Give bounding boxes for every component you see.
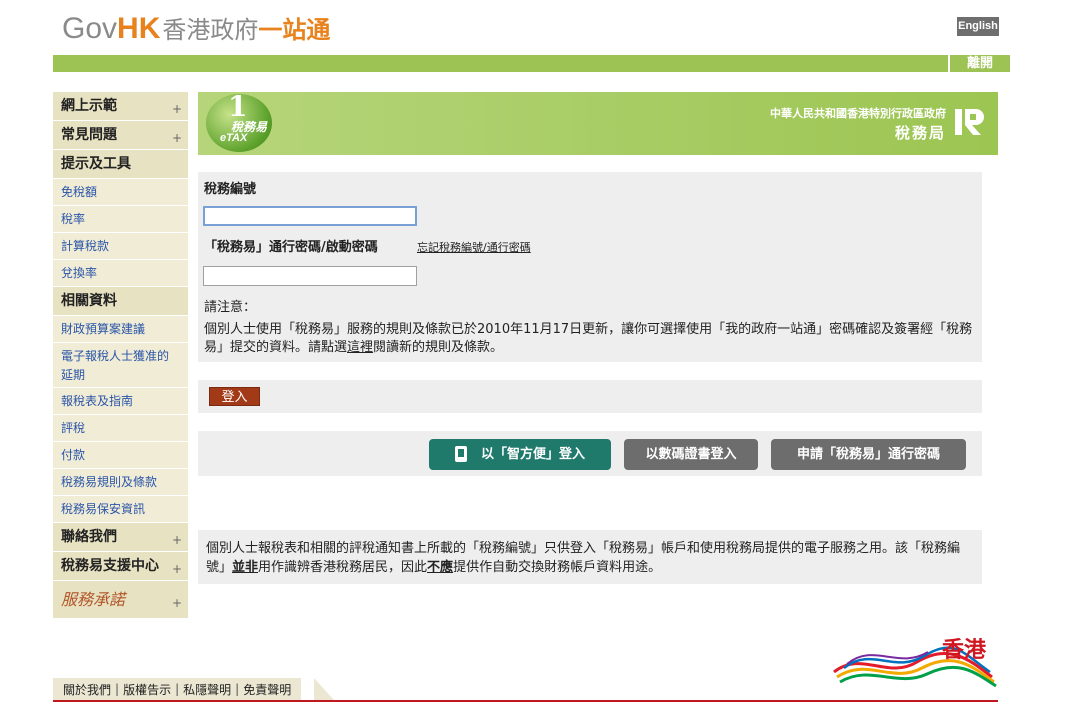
expand-plus-icon: + <box>171 102 182 116</box>
sidebar-item-service-pledge[interactable]: 服務承諾 + <box>53 581 188 619</box>
sidebar-item-label: 評稅 <box>61 421 86 435</box>
login-form: 稅務編號 「稅務易」通行密碼/啟動密碼 忘記稅務編號/通行密碼 請注意： 個別人… <box>198 172 982 362</box>
footer-red-line <box>53 700 998 702</box>
sidebar-item-label: 稅務易規則及條款 <box>61 475 158 489</box>
english-button[interactable]: English <box>957 17 999 36</box>
sidebar-item-label: 兌換率 <box>61 266 98 280</box>
info-bold-2: 不應 <box>427 560 454 575</box>
expand-plus-icon: + <box>171 131 182 145</box>
footer-separator: | <box>115 682 120 696</box>
footer-tab-corner <box>314 678 334 700</box>
notice-here-link[interactable]: 這裡 <box>347 340 373 355</box>
sidebar-item-label: 常見問題 <box>61 127 117 143</box>
sidebar-item-label: 付款 <box>61 448 86 462</box>
sidebar-section-tips: 提示及工具 <box>53 150 188 179</box>
department-line1: 中華人民共和國香港特別行政區政府 <box>770 107 946 120</box>
expand-plus-icon: + <box>171 596 182 610</box>
sidebar-item-allowances[interactable]: 免稅額 <box>53 179 188 206</box>
sidebar-item-label: 稅率 <box>61 212 86 226</box>
alternative-login-bar: 以「智方便」登入 以數碼證書登入 申請「稅務易」通行密碼 <box>198 431 982 476</box>
smartphone-icon <box>454 445 467 462</box>
sidebar-item-label: 稅務易保安資訊 <box>61 502 146 516</box>
etax-banner: 1 稅務易 eTAX 中華人民共和國香港特別行政區政府 稅務局 <box>198 90 998 155</box>
sidebar-item-label: 相關資料 <box>61 293 117 309</box>
footer-links: 關於我們 | 版權告示 | 私隱聲明 | 免責聲明 <box>53 678 302 700</box>
iamsmart-button-label: 以「智方便」登入 <box>480 447 585 462</box>
sidebar-item-extension[interactable]: 電子報稅人士獲准的延期 <box>53 343 188 388</box>
service-pledge-logo: 服務承諾 <box>61 590 126 609</box>
sidebar-item-label: 財政預算案建議 <box>61 322 146 336</box>
info-bold-1: 並非 <box>232 560 259 575</box>
password-label: 「稅務易」通行密碼/啟動密碼 <box>204 240 378 255</box>
department-line2: 稅務局 <box>894 124 946 142</box>
footer-link-privacy[interactable]: 私隱聲明 <box>183 681 231 698</box>
govhk-logo[interactable]: Gov HK 香港政府 一站通 <box>62 10 331 45</box>
sidebar-item-label: 稅務易支援中心 <box>61 558 159 574</box>
etax-logo: 1 稅務易 eTAX <box>206 90 272 152</box>
tax-id-info-box: 個別人士報稅表和相關的評稅通知書上所載的「稅務編號」只供登入「稅務易」帳戶和使用… <box>198 530 982 584</box>
sidebar-item-assessment[interactable]: 評稅 <box>53 415 188 442</box>
sidebar-item-label: 提示及工具 <box>61 156 131 172</box>
sidebar-item-label: 報稅表及指南 <box>61 394 134 408</box>
department-name: 中華人民共和國香港特別行政區政府 稅務局 <box>770 105 946 143</box>
sidebar-item-returns-guides[interactable]: 報稅表及指南 <box>53 388 188 415</box>
terms-notice: 個別人士使用「稅務易」服務的規則及條款已於2010年11月17日更新，讓你可選擇… <box>204 321 974 357</box>
expand-plus-icon: + <box>171 562 182 576</box>
tax-id-info-text: 個別人士報稅表和相關的評稅通知書上所載的「稅務編號」只供登入「稅務易」帳戶和使用… <box>206 539 976 577</box>
logo-gov-text: Gov <box>62 12 118 45</box>
sidebar-item-tax-rates[interactable]: 稅率 <box>53 206 188 233</box>
footer-link-disclaimer[interactable]: 免責聲明 <box>243 681 291 698</box>
iamsmart-login-button[interactable]: 以「智方便」登入 <box>429 439 611 470</box>
sidebar-item-tax-calculator[interactable]: 計算稅款 <box>53 233 188 260</box>
footer-separator: | <box>235 682 240 696</box>
sidebar-item-label: 計算稅款 <box>61 239 110 253</box>
top-green-bar <box>53 55 948 72</box>
logo-cn2-text: 一站通 <box>258 16 331 44</box>
password-input[interactable] <box>203 266 417 286</box>
notice-text-2: 閱讀新的規則及條款。 <box>373 340 504 355</box>
ird-logo-icon <box>955 109 984 135</box>
sidebar-section-related: 相關資料 <box>53 287 188 316</box>
footer-separator: | <box>175 682 180 696</box>
sidebar: 網上示範 + 常見問題 + 提示及工具 免稅額 稅率 計算稅款 兌換率 相關資料 財… <box>53 92 188 619</box>
info-text-2: 用作識辨香港稅務居民，因此 <box>258 560 428 575</box>
etax-logo-en: eTAX <box>220 132 248 144</box>
tax-id-label: 稅務編號 <box>204 182 257 197</box>
sidebar-item-label: 聯絡我們 <box>61 529 117 545</box>
sidebar-item-security[interactable]: 稅務易保安資訊 <box>53 496 188 523</box>
info-text-3: 提供作自動交換財務帳戶資料用途。 <box>453 560 662 575</box>
footer-link-copyright[interactable]: 版權告示 <box>123 681 171 698</box>
exit-button[interactable]: 離開 <box>948 55 1010 72</box>
footer-link-about[interactable]: 關於我們 <box>63 681 111 698</box>
logo-hk-text: HK <box>117 12 161 45</box>
sidebar-item-contact[interactable]: 聯絡我們 + <box>53 523 188 552</box>
sidebar-item-label: 電子報稅人士獲准的延期 <box>61 349 170 382</box>
sidebar-item-support[interactable]: 稅務易支援中心 + <box>53 552 188 581</box>
notice-text-1: 個別人士使用「稅務易」服務的規則及條款已於2010年11月17日更新，讓你可選擇… <box>204 322 973 355</box>
login-button[interactable]: 登入 <box>209 387 260 406</box>
note-label: 請注意： <box>204 300 257 315</box>
login-bar: 登入 <box>198 380 982 413</box>
expand-plus-icon: + <box>171 533 182 547</box>
sidebar-item-faq[interactable]: 常見問題 + <box>53 121 188 150</box>
logo-cn-text: 香港政府 <box>162 16 259 44</box>
digital-cert-login-button[interactable]: 以數碼證書登入 <box>624 439 758 470</box>
sidebar-item-payment[interactable]: 付款 <box>53 442 188 469</box>
brand-hk-text: 香港 <box>942 638 987 663</box>
forgot-link[interactable]: 忘記稅務編號/通行密碼 <box>417 239 531 255</box>
tax-id-input[interactable] <box>203 206 417 226</box>
sidebar-item-exchange-rates[interactable]: 兌換率 <box>53 260 188 287</box>
sidebar-item-label: 網上示範 <box>61 98 117 114</box>
sidebar-item-demo[interactable]: 網上示範 + <box>53 92 188 121</box>
sidebar-item-terms[interactable]: 稅務易規則及條款 <box>53 469 188 496</box>
sidebar-item-label: 免稅額 <box>61 185 98 199</box>
apply-password-button[interactable]: 申請「稅務易」通行密碼 <box>771 439 966 470</box>
sidebar-item-budget[interactable]: 財政預算案建議 <box>53 316 188 343</box>
